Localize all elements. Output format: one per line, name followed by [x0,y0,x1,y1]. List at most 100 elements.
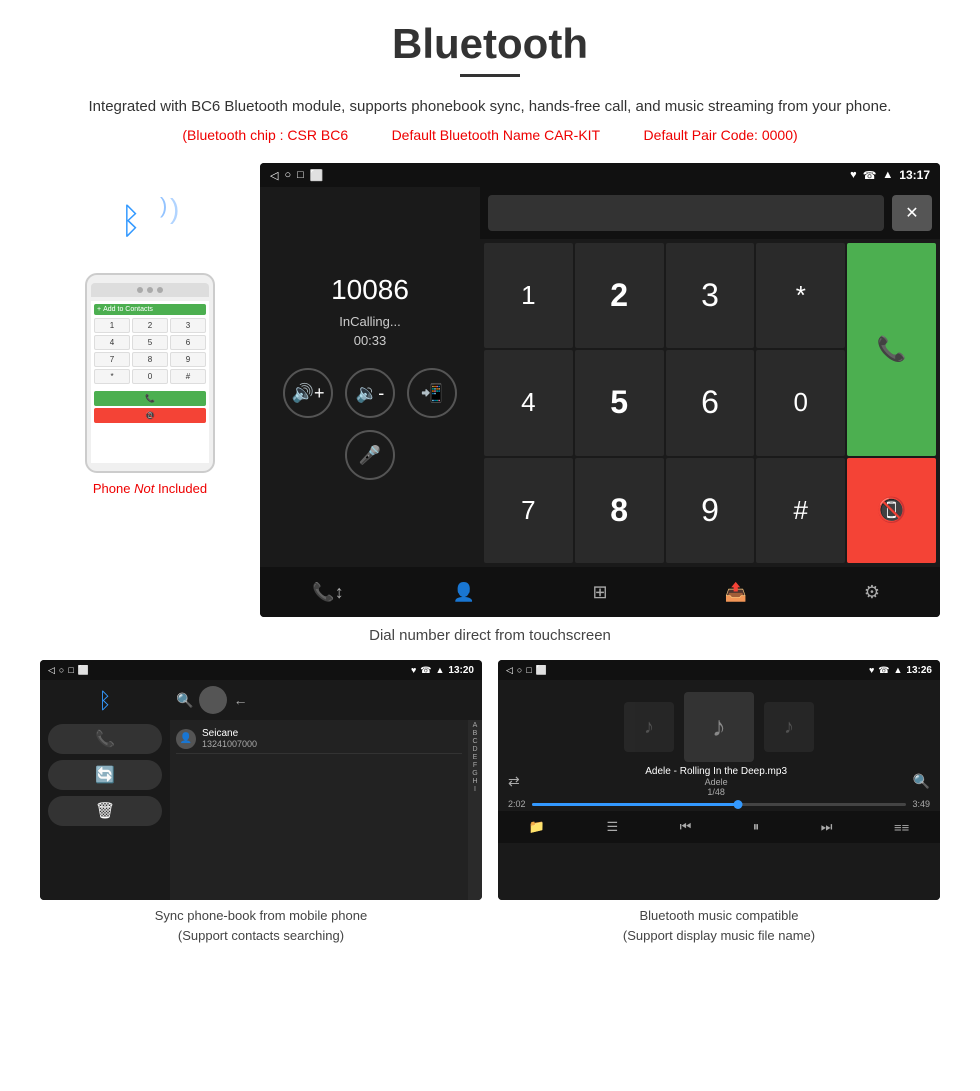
key-0[interactable]: 0 [756,350,845,455]
contacts-search-row: 🔍 ← [170,680,482,720]
volume-down-icon: 🔉- [356,383,384,404]
ct-arrow-back-icon[interactable]: ← [233,692,247,708]
main-status-bar: ◁ ○ □ ⬜ ♥ ☎ ▲ 13:17 [260,163,940,187]
key-8[interactable]: 8 [575,458,664,563]
music-eq-icon[interactable]: ≡≡ [894,820,909,835]
key-hash[interactable]: # [756,458,845,563]
contact-item[interactable]: 👤 Seicane 13241007000 [176,724,462,754]
svg-text:): ) [160,193,167,218]
mute-button[interactable]: 🎤 [345,430,395,480]
call-icon: 📞 [877,335,907,364]
key-5[interactable]: 5 [575,350,664,455]
music-next-icon[interactable]: ⏭ [821,819,833,835]
delete-btn[interactable]: 🗑 [48,796,162,826]
bt-sidebar-icon: ᛒ [48,688,162,714]
end-call-button[interactable]: 📵 [847,458,936,563]
phone-mockup: +Add to Contacts 1 2 3 4 5 6 7 8 9 * 0 [85,273,215,473]
contacts-layout: ᛒ 📞 🔄 🗑 🔍 ← [40,680,482,900]
alpha-g[interactable]: G [472,770,477,777]
svg-text:ᛒ: ᛒ [120,200,142,241]
contacts-status-bar: ◁ ○ □ ⬜ ♥ ☎ ▲ 13:20 [40,660,482,680]
album-art-left: ♪ [624,702,674,752]
progress-bar[interactable] [532,803,907,806]
phone-btn[interactable]: 📞 [48,724,162,754]
sync-btn[interactable]: 🔄 [48,760,162,790]
bluetooth-waves-icon: ) ) ᛒ [100,183,200,263]
spec-name: Default Bluetooth Name CAR-KIT [392,127,601,143]
music-details: Adele - Rolling In the Deep.mp3 Adele 1/… [637,766,795,797]
main-bottom-nav: 📞↕ 👤 ⊞ 📤 ⚙ [260,567,940,617]
phone-key: 8 [132,352,168,367]
key-9[interactable]: 9 [666,458,755,563]
alpha-i[interactable]: I [474,786,476,793]
nav-settings-icon[interactable]: ⚙ [852,572,892,612]
music-track-info: 1/48 [645,787,787,797]
music-list-icon[interactable]: ☰ [606,819,618,835]
alpha-f[interactable]: F [473,762,477,769]
nav-contacts-icon[interactable]: 👤 [444,572,484,612]
phone-key: 0 [132,369,168,384]
key-2[interactable]: 2 [575,243,664,348]
nav-keypad-icon[interactable]: ⊞ [580,572,620,612]
alpha-h[interactable]: H [472,778,477,785]
phone-end-button[interactable]: 📵 [94,408,206,423]
back-icon: ◁ [270,169,278,182]
main-caption: Dial number direct from touchscreen [40,627,940,644]
alpha-e[interactable]: E [473,754,478,761]
dial-left-panel: 10086 InCalling... 00:33 🔊+ 🔉- 📲 [260,187,480,567]
phone-dot-1 [137,287,143,293]
phone-contacts-bar: +Add to Contacts [94,304,206,315]
alpha-c[interactable]: C [472,738,477,745]
alpha-b[interactable]: B [473,730,478,737]
bottom-screens: ◁ ○ □ ⬜ ♥ ☎ ▲ 13:20 ᛒ [40,660,940,945]
volume-down-button[interactable]: 🔉- [345,368,395,418]
main-car-screen: ◁ ○ □ ⬜ ♥ ☎ ▲ 13:17 10086 InCalling... [260,163,940,617]
mus-phone-icon: ☎ [878,665,889,676]
phone-key: 7 [94,352,130,367]
alpha-d[interactable]: D [472,746,477,753]
music-status-icons-right: ♥ ☎ ▲ 13:26 [869,665,932,676]
key-7[interactable]: 7 [484,458,573,563]
key-6[interactable]: 6 [666,350,755,455]
music-caption: Bluetooth music compatible (Support disp… [498,906,940,945]
contacts-status-icons: ◁ ○ □ ⬜ [48,665,89,676]
key-4[interactable]: 4 [484,350,573,455]
nav-calls-icon[interactable]: 📞↕ [308,572,348,612]
nav-transfer-icon[interactable]: 📤 [716,572,756,612]
call-button[interactable]: 📞 [847,243,936,456]
key-3[interactable]: 3 [666,243,755,348]
transfer-button[interactable]: 📲 [407,368,457,418]
phone-key: 3 [170,318,206,333]
music-title: Adele - Rolling In the Deep.mp3 [645,766,787,777]
description: Integrated with BC6 Bluetooth module, su… [40,95,940,119]
backspace-button[interactable]: ✕ [892,195,932,231]
dial-input-field[interactable] [488,195,884,231]
contacts-list: 👤 Seicane 13241007000 [170,720,468,900]
phone-dot-3 [157,287,163,293]
dial-keypad: 1 2 3 * 📞 4 5 6 0 7 8 9 # [480,239,940,567]
volume-up-button[interactable]: 🔊+ [283,368,333,418]
mus-back-icon: ◁ [506,665,513,676]
key-star[interactable]: * [756,243,845,348]
music-folder-icon[interactable]: 📁 [529,819,545,835]
album-art-right: ♪ [764,702,814,752]
gps-icon: ♥ [850,169,857,181]
alpha-a[interactable]: A [473,722,478,729]
ct-gps-icon: ♥ [411,665,416,676]
phone-screen: +Add to Contacts 1 2 3 4 5 6 7 8 9 * 0 [91,301,209,463]
mus-home-icon: ○ [517,665,522,676]
dial-number: 10086 [331,274,409,306]
phone-call-button[interactable]: 📞 [94,391,206,406]
status-time: 13:17 [899,168,930,182]
phone-key: * [94,369,130,384]
dial-input-row: ✕ [480,187,940,239]
search-music-icon[interactable]: 🔍 [913,773,930,790]
music-play-icon[interactable]: ⏸ [753,819,760,835]
music-prev-icon[interactable]: ⏮ [680,819,692,835]
mus-recent-icon: □ [526,665,531,676]
mus-wifi-icon: ▲ [894,665,903,676]
key-1[interactable]: 1 [484,243,573,348]
music-art-row: ♪ ♪ ♪ [498,680,940,766]
shuffle-icon[interactable]: ⇄ [508,773,520,790]
recent-icon: □ [297,169,304,181]
